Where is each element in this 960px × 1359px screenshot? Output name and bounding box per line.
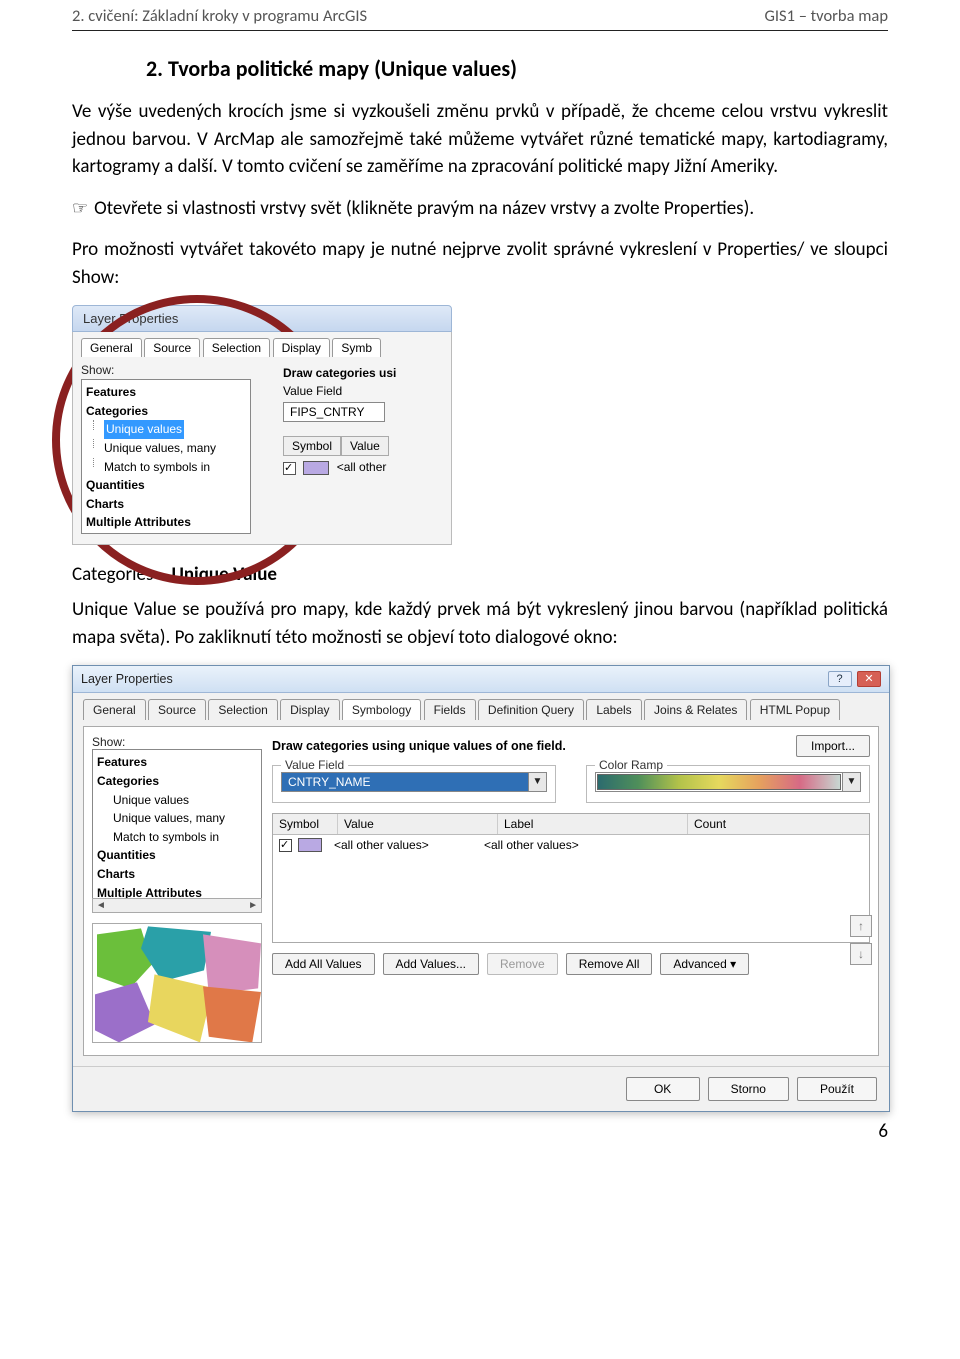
l2-quantities[interactable]: Quantities: [97, 846, 257, 865]
tab-selection[interactable]: Selection: [203, 338, 270, 357]
dialog2-title: Layer Properties: [81, 672, 173, 686]
list-item-quantities[interactable]: Quantities: [86, 476, 246, 495]
l2-categories[interactable]: Categories: [97, 772, 257, 791]
l2-unique-values-many[interactable]: Unique values, many: [97, 809, 257, 828]
advanced-button[interactable]: Advanced ▾: [660, 953, 749, 975]
cancel-button[interactable]: Storno: [708, 1077, 789, 1101]
table-row[interactable]: <all other values> <all other values>: [273, 835, 869, 855]
color-ramp-preview: [597, 774, 841, 790]
header-rule: [72, 30, 888, 31]
list-item-features[interactable]: Features: [86, 383, 246, 402]
ok-button[interactable]: OK: [626, 1077, 700, 1101]
th-symbol[interactable]: Symbol: [273, 814, 338, 834]
draw-description: Draw categories using unique values of o…: [272, 739, 786, 753]
tab2-selection[interactable]: Selection: [208, 699, 277, 720]
import-button[interactable]: Import...: [796, 735, 870, 757]
section-heading: 2. Tvorba politické mapy (Unique values): [146, 55, 888, 82]
row-label: <all other values>: [484, 838, 669, 852]
move-up-button[interactable]: ↑: [850, 915, 872, 937]
tab2-source[interactable]: Source: [148, 699, 206, 720]
paragraph-3: Unique Value se používá pro mapy, kde ka…: [72, 596, 888, 651]
tab2-general[interactable]: General: [83, 699, 146, 720]
all-other-checkbox[interactable]: [283, 462, 296, 475]
show2-label: Show:: [92, 735, 262, 749]
value-field-combo[interactable]: CNTRY_NAME ▼: [281, 772, 547, 792]
close-button[interactable]: ✕: [857, 671, 881, 687]
header-right: GIS1 – tvorba map: [764, 6, 888, 26]
layer-properties-dialog-cropped: Layer Properties General Source Selectio…: [72, 305, 452, 545]
help-button[interactable]: ?: [828, 671, 852, 687]
l2-charts[interactable]: Charts: [97, 865, 257, 884]
remove-button: Remove: [487, 953, 558, 975]
all-other-swatch[interactable]: [303, 461, 329, 475]
row-value: <all other values>: [328, 838, 478, 852]
l2-multi[interactable]: Multiple Attributes: [97, 884, 257, 900]
th-count[interactable]: Count: [688, 814, 869, 834]
tab2-joins[interactable]: Joins & Relates: [644, 699, 747, 720]
tab2-labels[interactable]: Labels: [586, 699, 641, 720]
row-checkbox[interactable]: [279, 839, 292, 852]
apply-button[interactable]: Použít: [797, 1077, 877, 1101]
dialog2-tabs: General Source Selection Display Symbolo…: [83, 699, 879, 720]
all-other-label: <all other: [337, 460, 387, 474]
show2-listbox[interactable]: Features Categories Unique values Unique…: [92, 749, 262, 899]
value-field-label: Value Field: [283, 384, 396, 398]
tab2-defquery[interactable]: Definition Query: [478, 699, 584, 720]
th-value[interactable]: Value: [338, 814, 498, 834]
paragraph-1: Ve výše uvedených krocích jsme si vyzkou…: [72, 98, 888, 181]
values-table: Symbol Value Label Count <all other valu…: [272, 813, 870, 943]
color-ramp-legend: Color Ramp: [595, 758, 667, 772]
show-listbox[interactable]: Features Categories Unique values Unique…: [81, 379, 251, 534]
add-all-values-button[interactable]: Add All Values: [272, 953, 375, 975]
col-symbol: Symbol: [283, 436, 341, 456]
instruction-line: Otevřete si vlastnosti vrstvy svět (klik…: [72, 195, 888, 223]
value-field-dropdown[interactable]: FIPS_CNTRY: [283, 402, 385, 422]
th-label[interactable]: Label: [498, 814, 688, 834]
tab2-display[interactable]: Display: [280, 699, 339, 720]
list-item-categories[interactable]: Categories: [86, 402, 246, 421]
tab-source[interactable]: Source: [144, 338, 200, 357]
remove-all-button[interactable]: Remove All: [566, 953, 653, 975]
chevron-down-icon[interactable]: ▼: [528, 773, 546, 791]
tab2-htmlpopup[interactable]: HTML Popup: [750, 699, 840, 720]
chevron-down-icon[interactable]: ▼: [842, 773, 860, 791]
col-value: Value: [341, 436, 389, 456]
tab2-symbology[interactable]: Symbology: [342, 699, 421, 720]
add-values-button[interactable]: Add Values...: [383, 953, 480, 975]
categories-unique-value-heading: Categories – Unique Value: [72, 563, 888, 586]
list-item-match-symbols[interactable]: Match to symbols in: [86, 458, 246, 477]
layer-properties-dialog-full: Layer Properties ? ✕ General Source Sele…: [72, 665, 890, 1112]
hand-pointer-icon: [72, 197, 94, 220]
row-swatch[interactable]: [298, 838, 322, 852]
l2-unique-values[interactable]: Unique values: [97, 791, 257, 810]
list-item-charts[interactable]: Charts: [86, 495, 246, 514]
tab-display[interactable]: Display: [273, 338, 330, 357]
move-down-button[interactable]: ↓: [850, 943, 872, 965]
dialog-tabs: General Source Selection Display Symb: [81, 338, 443, 357]
list-item-unique-values-many[interactable]: Unique values, many: [86, 439, 246, 458]
list-item-unique-values[interactable]: Unique values: [86, 420, 246, 439]
l2-match-symbols[interactable]: Match to symbols in: [97, 828, 257, 847]
listbox-scrollbar[interactable]: ◄►: [92, 898, 262, 913]
list-item-multiple-attributes[interactable]: Multiple Attributes: [86, 513, 246, 532]
tab-symbology[interactable]: Symb: [332, 338, 381, 357]
header-left: 2. cvičení: Základní kroky v programu Ar…: [72, 6, 367, 26]
draw-categories-label: Draw categories usi: [283, 366, 396, 380]
l2-features[interactable]: Features: [97, 753, 257, 772]
tab2-fields[interactable]: Fields: [424, 699, 476, 720]
value-field-legend: Value Field: [281, 758, 348, 772]
page-number: 6: [72, 1120, 888, 1143]
paragraph-2: Pro možnosti vytvářet takovéto mapy je n…: [72, 236, 888, 291]
symbology-preview: [92, 923, 262, 1043]
tab-general[interactable]: General: [81, 338, 142, 357]
color-ramp-combo[interactable]: ▼: [595, 772, 861, 792]
dialog-titlebar: Layer Properties: [72, 305, 452, 332]
